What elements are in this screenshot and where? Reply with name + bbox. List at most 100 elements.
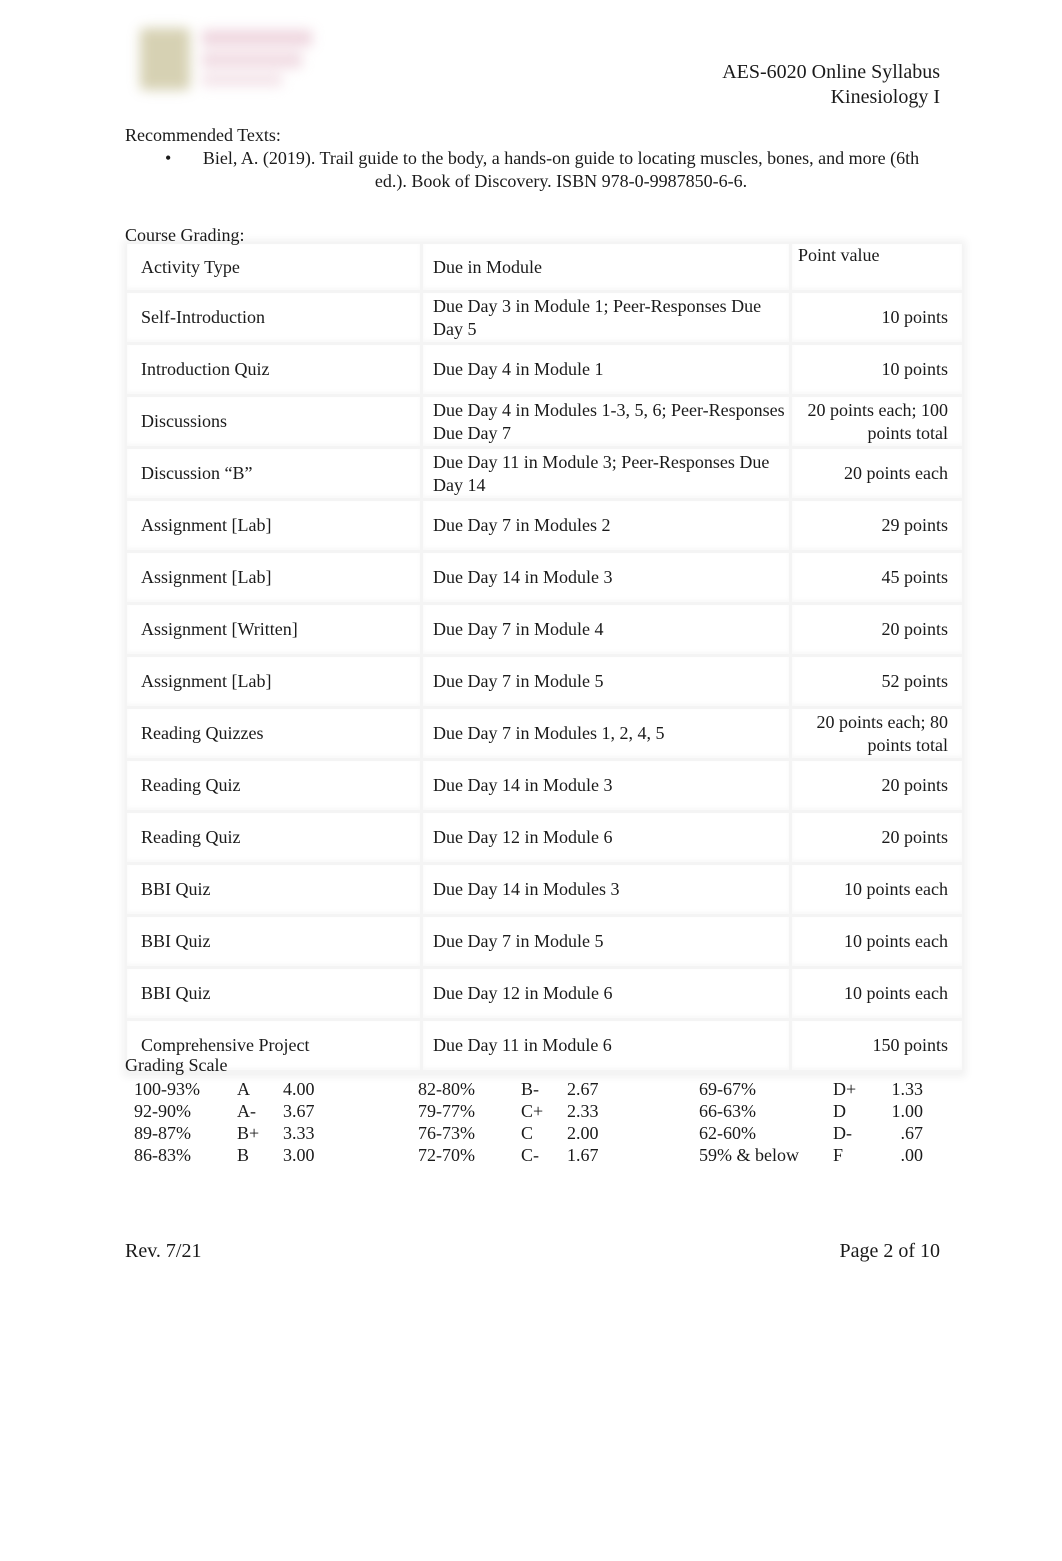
grading-scale-row: 89-87% B+ 3.33 [134,1122,331,1144]
grade-letter: B+ [237,1123,260,1143]
points-cell: 10 points each [792,917,962,969]
grade-letter: D+ [833,1079,857,1099]
table-row: BBI Quiz Due Day 14 in Modules 3 10 points… [127,865,962,917]
activity-cell: Reading Quiz [127,813,423,865]
activity-cell: Assignment [Lab] [127,501,423,553]
grading-scale-row: 100-93% A 4.00 [134,1078,331,1100]
grade-points: 1.67 [567,1145,599,1165]
table-row: BBI Quiz Due Day 7 in Module 5 10 points e… [127,917,962,969]
column-header-points: Point value [792,244,962,293]
points-cell: 20 points [792,761,962,813]
logo-wordmark [202,52,302,68]
activity-cell: Introduction Quiz [127,345,423,397]
grade-points: 2.00 [567,1123,599,1143]
points-cell: 29 points [792,501,962,553]
due-cell: Due Day 12 in Module 6 [423,969,792,1021]
grade-letter: C+ [521,1101,544,1121]
grade-letter: A- [237,1101,256,1121]
due-cell: Due Day 7 in Module 4 [423,605,792,657]
recommended-text-item: • Biel, A. (2019). Trail guide to the bo… [165,147,925,193]
page-header: AES-6020 Online Syllabus Kinesiology I [722,60,940,110]
due-cell: Due Day 11 in Module 6 [423,1021,792,1073]
table-header-row: Activity Type Due in Module Point value [127,244,962,293]
points-cell: 45 points [792,553,962,605]
institution-logo [136,24,318,94]
points-cell: 20 points each [792,449,962,501]
grading-scale-group: 82-80% B- 2.67 79-77% C+ 2.33 76-73% C 2.00 72-70… [418,1078,615,1166]
grade-letter: C- [521,1145,539,1165]
grade-points: 4.00 [283,1079,315,1099]
grade-range: 86-83% [134,1145,191,1165]
grade-letter: C [521,1123,534,1143]
grade-range: 62-60% [699,1123,756,1143]
grade-letter: B- [521,1079,539,1099]
grade-points: 3.67 [283,1101,315,1121]
due-cell: Due Day 12 in Module 6 [423,813,792,865]
points-cell: 52 points [792,657,962,709]
logo-wordmark [202,74,282,86]
due-cell: Due Day 14 in Module 3 [423,761,792,813]
table-row: BBI Quiz Due Day 12 in Module 6 10 points … [127,969,962,1021]
grade-range: 72-70% [418,1145,475,1165]
points-cell: 150 points [792,1021,962,1073]
grading-scale-row: 59% & below F .00 [699,1144,923,1166]
activity-cell: Assignment [Lab] [127,553,423,605]
bullet-icon: • [165,148,172,168]
grade-range: 82-80% [418,1079,475,1099]
grading-scale-row: 82-80% B- 2.67 [418,1078,615,1100]
activity-cell: Reading Quiz [127,761,423,813]
due-cell: Due Day 3 in Module 1; Peer-Responses Du… [423,293,792,345]
grading-scale-row: 66-63% D 1.00 [699,1100,923,1122]
activity-cell: Assignment [Lab] [127,657,423,709]
grading-scale-row: 72-70% C- 1.67 [418,1144,615,1166]
activity-cell: BBI Quiz [127,969,423,1021]
table-row: Introduction Quiz Due Day 4 in Module 1 10… [127,345,962,397]
grade-points: 2.67 [567,1079,599,1099]
course-title: AES-6020 Online Syllabus [722,61,940,83]
grade-letter: F [833,1145,844,1165]
grade-points: 1.33 [891,1079,924,1099]
due-cell: Due Day 14 in Modules 3 [423,865,792,917]
due-cell: Due Day 14 in Module 3 [423,553,792,605]
grading-scale-row: 92-90% A- 3.67 [134,1100,331,1122]
due-cell: Due Day 7 in Modules 1, 2, 4, 5 [423,709,792,761]
points-cell: 20 points [792,813,962,865]
points-cell: 10 points each [792,865,962,917]
points-cell: 10 points [792,293,962,345]
grading-scale-row: 86-83% B 3.00 [134,1144,331,1166]
activity-cell: Discussion “B” [127,449,423,501]
logo-wordmark [202,30,312,46]
activity-cell: BBI Quiz [127,917,423,969]
table-row: Discussion “B” Due Day 11 in Module 3; Pe… [127,449,962,501]
activity-cell: Assignment [Written] [127,605,423,657]
page-number: Page 2 of 10 [839,1240,940,1262]
grading-scale-row: 69-67% D+ 1.33 [699,1078,923,1100]
activity-cell: Discussions [127,397,423,449]
grade-points: 3.00 [283,1145,315,1165]
grading-scale-heading: Grading Scale [125,1055,228,1075]
table-row: Assignment [Written] Due Day 7 in Module … [127,605,962,657]
revision-label: Rev. 7/21 [125,1240,202,1262]
table-row: Comprehensive Project Due Day 11 in Modul… [127,1021,962,1073]
grade-range: 100-93% [134,1079,200,1099]
grade-letter: D [833,1101,846,1121]
table-row: Reading Quiz Due Day 14 in Module 3 20 poi… [127,761,962,813]
grade-points: 1.00 [891,1101,924,1121]
logo-crest-icon [140,28,190,90]
points-cell: 20 points [792,605,962,657]
course-subtitle: Kinesiology I [830,86,940,108]
grading-scale-group: 69-67% D+ 1.33 66-63% D 1.00 62-60% D- .67 59% & … [699,1078,923,1166]
due-cell: Due Day 7 in Module 5 [423,657,792,709]
grading-scale-group: 100-93% A 4.00 92-90% A- 3.67 89-87% B+ 3.33 86-8… [134,1078,331,1166]
grade-range: 79-77% [418,1101,475,1121]
table-row: Assignment [Lab] Due Day 14 in Module 3 45… [127,553,962,605]
table-row: Assignment [Lab] Due Day 7 in Module 5 52 … [127,657,962,709]
table-row: Discussions Due Day 4 in Modules 1-3, 5, … [127,397,962,449]
grade-points: 2.33 [567,1101,599,1121]
activity-cell: BBI Quiz [127,865,423,917]
grade-points: 3.33 [283,1123,315,1143]
grading-scale-row: 62-60% D- .67 [699,1122,923,1144]
table-row: Reading Quizzes Due Day 7 in Modules 1, 2… [127,709,962,761]
activity-cell: Self-Introduction [127,293,423,345]
points-cell: 20 points each; 80 points total [792,709,962,761]
